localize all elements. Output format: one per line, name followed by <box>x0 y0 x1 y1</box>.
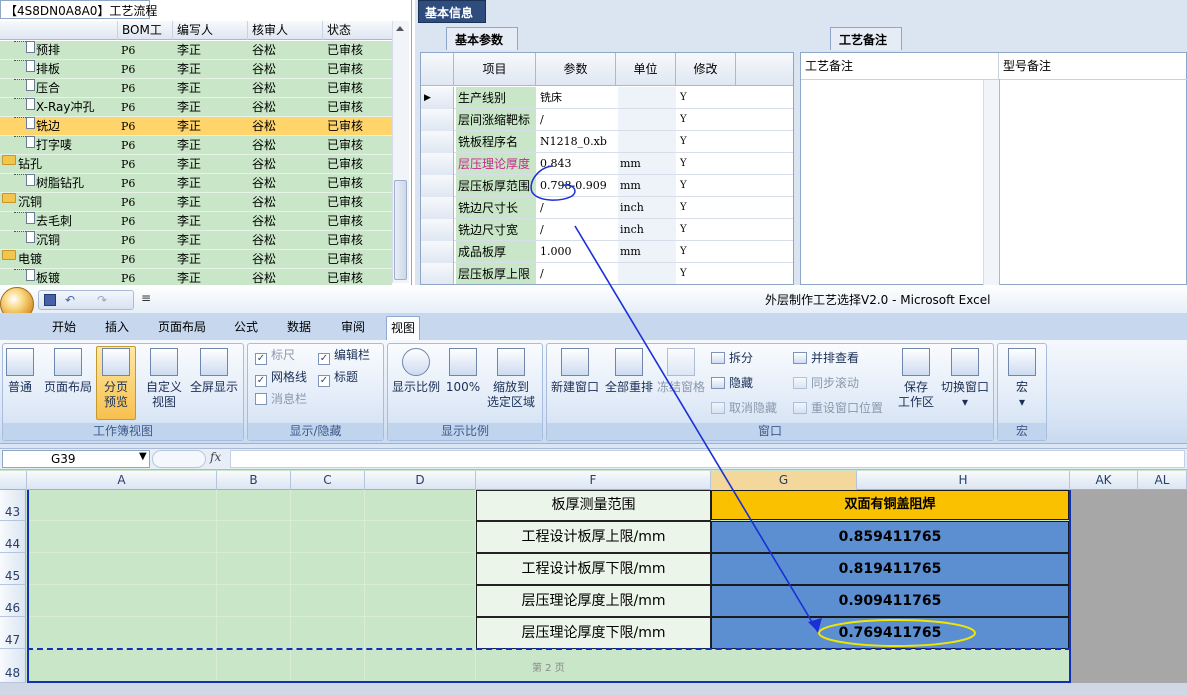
blue-scribble-annotation <box>530 165 576 201</box>
yellow-highlight-ellipse <box>818 619 976 647</box>
annotation-layer <box>530 165 976 647</box>
blue-arrow-annotation <box>574 225 819 633</box>
